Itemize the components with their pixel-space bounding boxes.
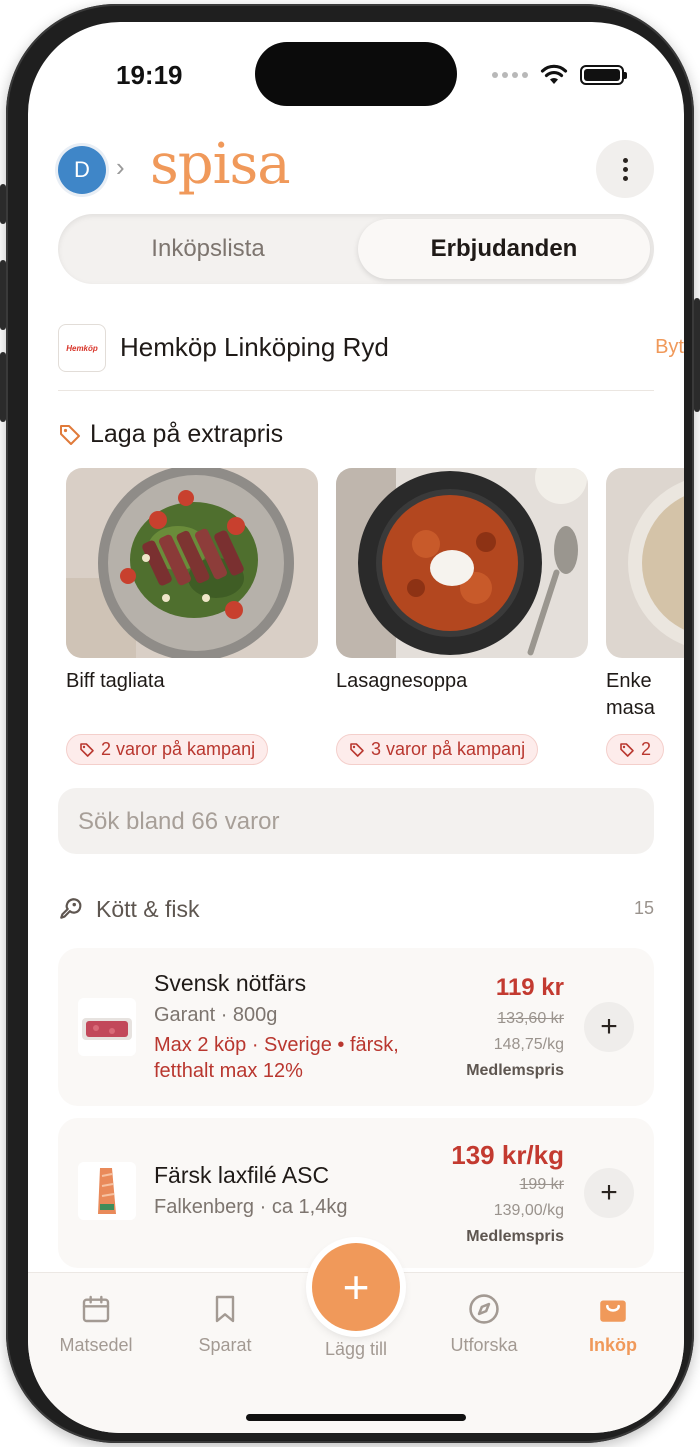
tag-icon: [620, 742, 634, 757]
product-name: Svensk nötfärs: [154, 970, 307, 996]
member-price-label: Medlemspris: [466, 1062, 564, 1079]
meat-fish-icon: [60, 898, 82, 919]
section-title-text: Laga på extrapris: [90, 420, 284, 448]
tab-sparat[interactable]: Sparat: [175, 1291, 275, 1356]
tab-label-lagg-till: Lägg till: [324, 1339, 388, 1359]
recipe-image: [606, 468, 684, 658]
recipe-image: [66, 468, 318, 658]
store-name: Hemköp Linköping Ryd: [120, 332, 389, 362]
volume-up-button: [0, 260, 6, 330]
recipe-title: Biff tagliata: [66, 670, 165, 692]
tab-label: Matsedel: [59, 1335, 133, 1355]
category-header[interactable]: Kött & fisk 15: [58, 894, 654, 926]
home-indicator: [246, 1414, 466, 1421]
campaign-badge: 3 varor på kampanj: [336, 734, 539, 765]
product-price: 139 kr/kg: [451, 1140, 564, 1170]
shopping-bag-icon: [600, 1300, 626, 1322]
power-button: [694, 298, 700, 412]
product-old-price: 133,60 kr: [497, 1010, 564, 1027]
recipe-image: [336, 468, 588, 658]
store-selector: Hemköp Hemköp Linköping Ryd Byt: [58, 322, 684, 374]
tab-erbjudanden[interactable]: Erbjudanden: [358, 219, 650, 279]
status-time: 19:19: [116, 60, 183, 90]
tab-bar: Matsedel Sparat + Lägg till Utforska Ink…: [28, 1243, 684, 1433]
battery-icon: [580, 65, 627, 85]
more-options-button[interactable]: [596, 140, 654, 198]
recipe-card[interactable]: Enke masa 2: [606, 468, 684, 765]
product-unit-price: 139,00/kg: [493, 1202, 564, 1219]
app-header: D › spisa: [58, 132, 654, 200]
product-note: Max 2 köp · Sverige • färsk, fetthalt ma…: [154, 1034, 399, 1082]
category-count: 15: [633, 898, 654, 918]
tab-label: Sparat: [198, 1335, 252, 1355]
product-subtitle: Garant · 800g: [154, 1004, 278, 1026]
tab-label: Inköp: [589, 1335, 637, 1355]
add-product-button[interactable]: +: [584, 1002, 634, 1052]
campaign-badge: 2: [606, 734, 665, 765]
recipe-card[interactable]: Lasagnesoppa 3 varor på kampanj: [336, 468, 588, 765]
tag-icon: [80, 742, 94, 757]
recipe-carousel[interactable]: Biff tagliata 2 varor på kampanj Lasagne…: [66, 468, 684, 768]
phone-frame: 19:19 D › spisa Inköpslista Erbjudanden …: [6, 4, 694, 1443]
search-input[interactable]: Sök bland 66 varor: [58, 788, 654, 854]
tab-label: Utforska: [450, 1335, 518, 1355]
chevron-right-icon: ›: [116, 152, 125, 182]
bookmark-icon: [215, 1295, 235, 1323]
app-logo: spisa: [150, 132, 291, 197]
member-price-label: Medlemspris: [466, 1228, 564, 1245]
calendar-icon: [82, 1295, 110, 1323]
add-product-button[interactable]: +: [584, 1168, 634, 1218]
divider: [58, 390, 654, 391]
add-button[interactable]: +: [312, 1243, 400, 1331]
compass-icon: [469, 1294, 499, 1324]
product-old-price: 199 kr: [519, 1176, 564, 1193]
product-subtitle: Falkenberg · ca 1,4kg: [154, 1196, 348, 1218]
campaign-badge-text: 2 varor på kampanj: [101, 739, 256, 759]
status-icons: [492, 64, 627, 86]
product-image: [78, 1162, 136, 1220]
screen: 19:19 D › spisa Inköpslista Erbjudanden …: [28, 22, 684, 1433]
section-title: Laga på extrapris: [58, 420, 283, 449]
recipe-title: Lasagnesoppa: [336, 670, 468, 692]
side-button: [0, 184, 6, 224]
dynamic-island: [255, 42, 457, 106]
signal-icon: [492, 72, 528, 78]
plus-icon: +: [342, 1261, 370, 1313]
segmented-control: Inköpslista Erbjudanden: [58, 214, 654, 284]
tab-matsedel[interactable]: Matsedel: [46, 1291, 146, 1356]
tab-utforska[interactable]: Utforska: [434, 1291, 534, 1356]
category-label: Kött & fisk: [96, 896, 200, 922]
store-logo: Hemköp: [58, 324, 106, 372]
change-store-button[interactable]: Byt: [655, 336, 684, 359]
product-unit-price: 148,75/kg: [493, 1036, 564, 1053]
recipe-title: Enke masa: [606, 670, 655, 719]
tab-inkopslista[interactable]: Inköpslista: [62, 219, 354, 279]
campaign-badge: 2 varor på kampanj: [66, 734, 269, 765]
wifi-icon: [540, 64, 568, 84]
tag-icon: [350, 742, 364, 757]
campaign-badge-text: 2: [641, 739, 652, 759]
campaign-badge-text: 3 varor på kampanj: [371, 739, 526, 759]
product-name: Färsk laxfilé ASC: [154, 1162, 330, 1188]
tag-icon: [58, 423, 82, 447]
recipe-card[interactable]: Biff tagliata 2 varor på kampanj: [66, 468, 318, 765]
tab-inkop[interactable]: Inköp: [563, 1291, 663, 1356]
avatar[interactable]: D: [58, 146, 106, 194]
product-price: 119 kr: [495, 974, 564, 1001]
product-card[interactable]: Svensk nötfärs Garant · 800g Max 2 köp ·…: [58, 948, 654, 1106]
product-image: [78, 998, 136, 1056]
volume-down-button: [0, 352, 6, 422]
